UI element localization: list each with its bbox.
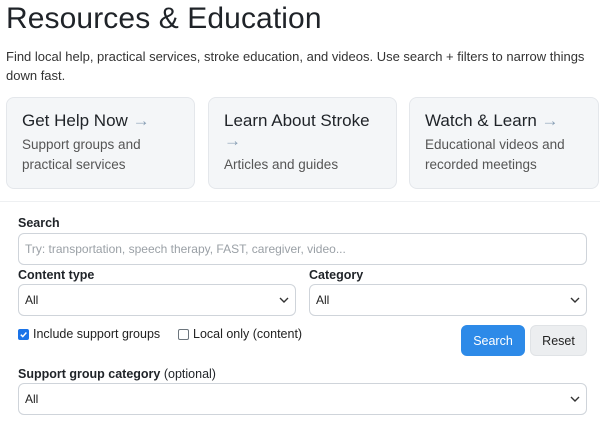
quick-links: Get Help Now → Support groups and practi…	[6, 97, 600, 190]
optional-hint: (optional)	[163, 367, 216, 381]
card-title: Learn About Stroke →	[224, 111, 370, 150]
local-only-label: Local only (content)	[193, 327, 303, 341]
page-title: Resources & Education	[6, 2, 322, 35]
card-subtitle: Support groups and practical services	[22, 137, 141, 172]
card-subtitle: Educational videos and recorded meetings	[425, 137, 565, 172]
support-group-category-value: All	[25, 392, 39, 406]
include-support-groups-checkbox[interactable]: Include support groups	[18, 327, 160, 341]
content-type-label: Content type	[18, 268, 95, 282]
category-select[interactable]: All	[309, 284, 587, 316]
chevron-down-icon	[570, 396, 580, 402]
local-only-checkbox[interactable]: Local only (content)	[178, 327, 302, 341]
page-intro: Find local help, practical services, str…	[6, 49, 585, 83]
search-placeholder: Try: transportation, speech therapy, FAS…	[25, 242, 346, 256]
content-type-select[interactable]: All	[18, 284, 296, 316]
arrow-right-icon: →	[224, 131, 241, 150]
arrow-right-icon: →	[132, 111, 150, 130]
card-title: Get Help Now →	[22, 111, 150, 130]
search-label: Search	[18, 216, 60, 230]
support-group-category-select[interactable]: All	[18, 383, 587, 415]
category-value: All	[316, 293, 330, 307]
search-input[interactable]: Try: transportation, speech therapy, FAS…	[18, 233, 587, 265]
card-subtitle: Articles and guides	[224, 157, 339, 172]
card-title: Watch & Learn →	[425, 111, 559, 130]
reset-button[interactable]: Reset	[530, 325, 587, 356]
chevron-down-icon	[279, 297, 289, 303]
checkbox-checked-icon[interactable]	[18, 328, 29, 340]
search-button[interactable]: Search	[461, 325, 525, 356]
section-divider	[0, 201, 600, 202]
include-support-groups-label: Include support groups	[33, 327, 161, 341]
arrow-right-icon: →	[541, 111, 559, 130]
checkbox-unchecked-icon[interactable]	[178, 328, 189, 340]
card-learn-about-stroke[interactable]: Learn About Stroke → Articles and guides	[208, 97, 397, 189]
category-label: Category	[309, 268, 364, 282]
card-watch-and-learn[interactable]: Watch & Learn → Educational videos and r…	[409, 97, 599, 189]
content-type-value: All	[25, 293, 39, 307]
card-get-help-now[interactable]: Get Help Now → Support groups and practi…	[6, 97, 195, 189]
chevron-down-icon	[570, 297, 580, 303]
support-group-category-label: Support group category (optional)	[18, 367, 216, 381]
